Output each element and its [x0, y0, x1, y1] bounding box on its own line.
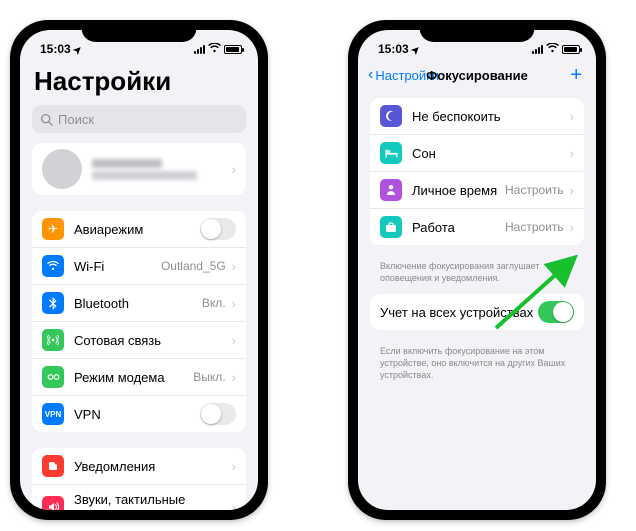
bluetooth-value: Вкл.: [202, 296, 226, 310]
chevron-right-icon: ›: [570, 109, 574, 124]
row-share-devices[interactable]: Учет на всех устройствах: [370, 294, 584, 330]
row-vpn[interactable]: VPN VPN: [32, 395, 246, 432]
row-sleep[interactable]: Сон ›: [370, 134, 584, 171]
location-icon: [412, 42, 420, 56]
row-hotspot[interactable]: Режим модема Выкл. ›: [32, 358, 246, 395]
connectivity-group: ✈︎ Авиарежим Wi-Fi Outland_5G › B: [32, 211, 246, 432]
avatar: [42, 149, 82, 189]
cellular-signal-icon: [532, 45, 543, 54]
sounds-icon: [42, 496, 64, 510]
chevron-right-icon: ›: [232, 162, 236, 177]
chevron-right-icon: ›: [232, 259, 236, 274]
wifi-icon: [546, 43, 559, 56]
moon-icon: [380, 105, 402, 127]
notch: [82, 20, 197, 42]
row-bluetooth[interactable]: Bluetooth Вкл. ›: [32, 284, 246, 321]
person-icon: [380, 179, 402, 201]
row-cellular[interactable]: Сотовая связь ›: [32, 321, 246, 358]
chevron-right-icon: ›: [570, 220, 574, 235]
share-toggle[interactable]: [538, 301, 574, 323]
row-personal[interactable]: Личное время Настроить ›: [370, 171, 584, 208]
vpn-icon: VPN: [42, 403, 64, 425]
wifi-value: Outland_5G: [161, 259, 226, 273]
share-group: Учет на всех устройствах: [370, 294, 584, 330]
bed-icon: [380, 142, 402, 164]
chevron-right-icon: ›: [570, 146, 574, 161]
personal-value: Настроить: [505, 183, 564, 197]
chevron-right-icon: ›: [232, 370, 236, 385]
notifications-group: Уведомления › Звуки, тактильные сигналы …: [32, 448, 246, 510]
profile-text-blurred: [92, 156, 232, 183]
notifications-icon: [42, 455, 64, 477]
row-notifications[interactable]: Уведомления ›: [32, 448, 246, 484]
status-time: 15:03: [40, 42, 71, 56]
notch: [420, 20, 535, 42]
battery-icon: [562, 45, 580, 54]
hotspot-value: Выкл.: [193, 370, 225, 384]
row-work[interactable]: Работа Настроить ›: [370, 208, 584, 245]
wifi-icon: [208, 43, 221, 56]
chevron-right-icon: ›: [232, 459, 236, 474]
row-wifi[interactable]: Wi-Fi Outland_5G ›: [32, 247, 246, 284]
add-focus-button[interactable]: +: [570, 64, 586, 87]
search-icon: [40, 113, 53, 126]
bluetooth-icon: [42, 292, 64, 314]
airplane-toggle[interactable]: [200, 218, 236, 240]
cellular-icon: [42, 329, 64, 351]
screen-focus: 15:03 ‹ Настройки Фокусирование +: [358, 30, 596, 510]
focus-note-2: Если включить фокусирование на этом устр…: [358, 346, 596, 391]
phone-settings: 15:03 Настройки Поиск ›: [10, 20, 268, 520]
chevron-right-icon: ›: [232, 333, 236, 348]
nav-title: Фокусирование: [426, 68, 528, 83]
hotspot-icon: [42, 366, 64, 388]
search-placeholder: Поиск: [58, 112, 94, 127]
chevron-right-icon: ›: [232, 500, 236, 511]
wifi-settings-icon: [42, 255, 64, 277]
row-airplane[interactable]: ✈︎ Авиарежим: [32, 211, 246, 247]
battery-icon: [224, 45, 242, 54]
phone-focus: 15:03 ‹ Настройки Фокусирование +: [348, 20, 606, 520]
nav-bar: ‹ Настройки Фокусирование +: [358, 62, 596, 92]
vpn-toggle[interactable]: [200, 403, 236, 425]
location-icon: [74, 42, 82, 56]
airplane-icon: ✈︎: [42, 218, 64, 240]
focus-modes-group: Не беспокоить › Сон › Личное время Настр…: [370, 98, 584, 245]
briefcase-icon: [380, 216, 402, 238]
focus-note-1: Включение фокусирования заглушает оповещ…: [358, 261, 596, 294]
status-time: 15:03: [378, 42, 409, 56]
chevron-right-icon: ›: [570, 183, 574, 198]
row-dnd[interactable]: Не беспокоить ›: [370, 98, 584, 134]
page-title: Настройки: [20, 62, 258, 105]
chevron-right-icon: ›: [232, 296, 236, 311]
profile-group: ›: [32, 143, 246, 195]
screen-settings: 15:03 Настройки Поиск ›: [20, 30, 258, 510]
profile-row[interactable]: ›: [32, 143, 246, 195]
chevron-left-icon: ‹: [368, 66, 373, 84]
row-sounds[interactable]: Звуки, тактильные сигналы ›: [32, 484, 246, 510]
work-value: Настроить: [505, 220, 564, 234]
cellular-signal-icon: [194, 45, 205, 54]
search-input[interactable]: Поиск: [32, 105, 246, 133]
